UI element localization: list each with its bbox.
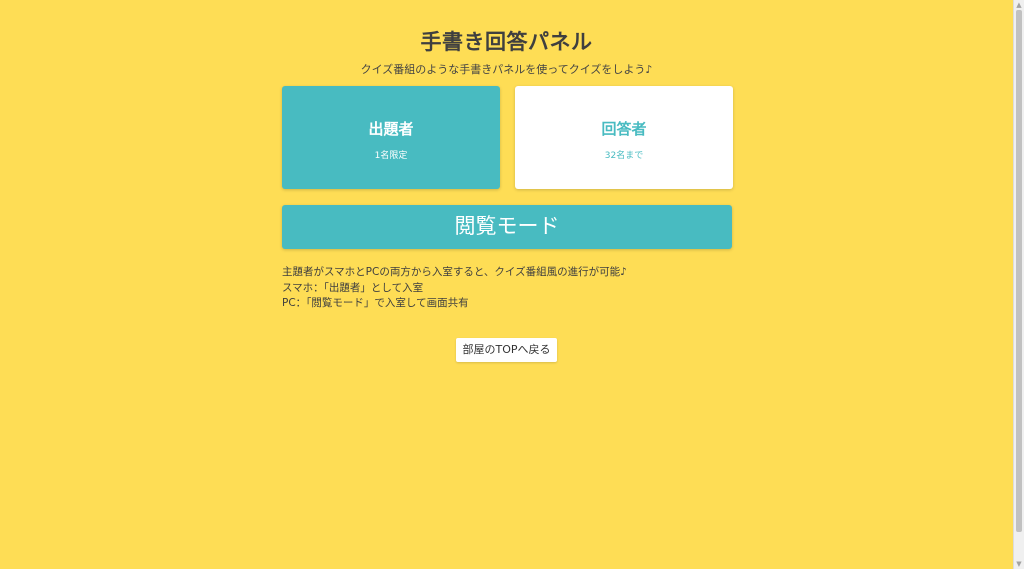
host-role-limit: 1名限定 [374,151,408,161]
back-to-room-top-button[interactable]: 部屋のTOPへ戻る [456,338,557,362]
page: 手書き回答パネル クイズ番組のような手書きパネルを使ってクイズをしよう♪ 出題者… [0,0,1013,569]
usage-info-line: 主題者がスマホとPCの両方から入室すると、クイズ番組風の進行が可能♪ [282,266,627,278]
scrollbar-thumb[interactable] [1016,10,1022,532]
usage-info: 主題者がスマホとPCの両方から入室すると、クイズ番組風の進行が可能♪ スマホ：「… [282,265,627,312]
vertical-scrollbar[interactable]: ▲ ▼ [1013,0,1024,569]
answerer-role-limit: 32名まで [604,151,644,161]
page-subtitle: クイズ番組のような手書きパネルを使ってクイズをしよう♪ [360,63,653,76]
host-role-title: 出題者 [368,120,414,138]
usage-info-line: スマホ：「出題者」として入室 [282,281,424,294]
scroll-up-icon[interactable]: ▲ [1014,0,1024,10]
answerer-role-title: 回答者 [601,120,647,138]
answerer-role-card[interactable]: 回答者 32名まで [515,86,733,189]
scroll-down-icon[interactable]: ▼ [1014,559,1024,569]
usage-info-line: PC：「閲覧モード」で入室して画面共有 [282,297,469,309]
view-mode-button[interactable]: 閲覧モード [282,205,732,249]
host-role-card[interactable]: 出題者 1名限定 [282,86,500,189]
page-title: 手書き回答パネル [420,30,593,54]
